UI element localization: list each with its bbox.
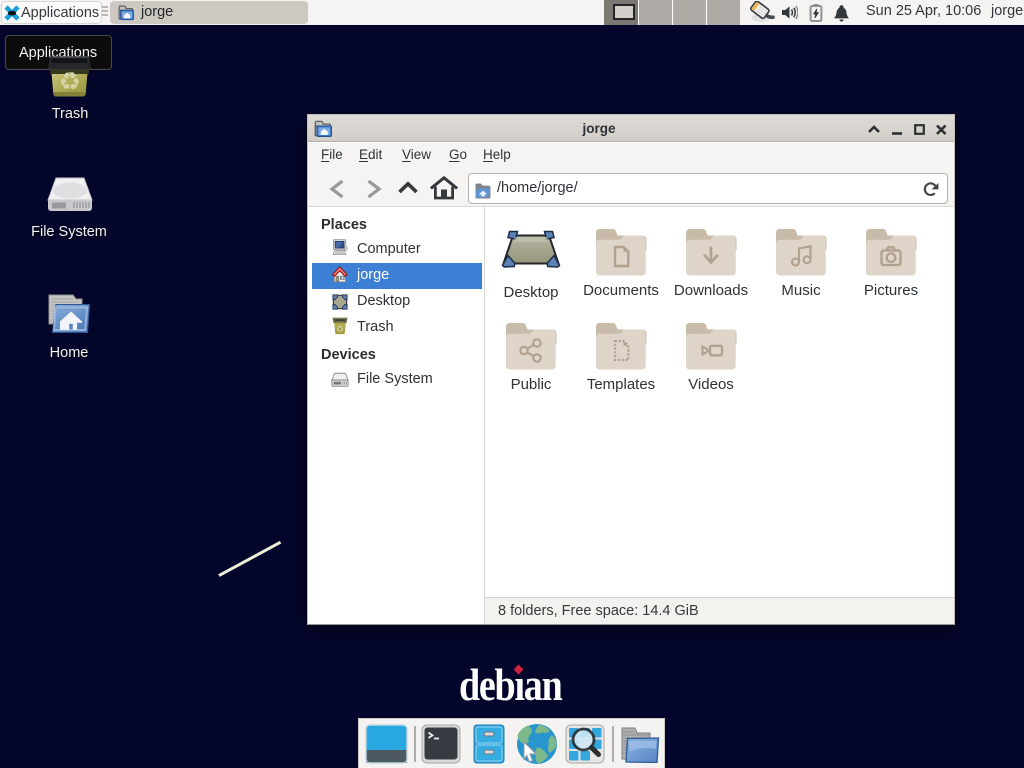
- svg-text:♻: ♻: [58, 68, 80, 96]
- svg-text:♻: ♻: [336, 324, 344, 334]
